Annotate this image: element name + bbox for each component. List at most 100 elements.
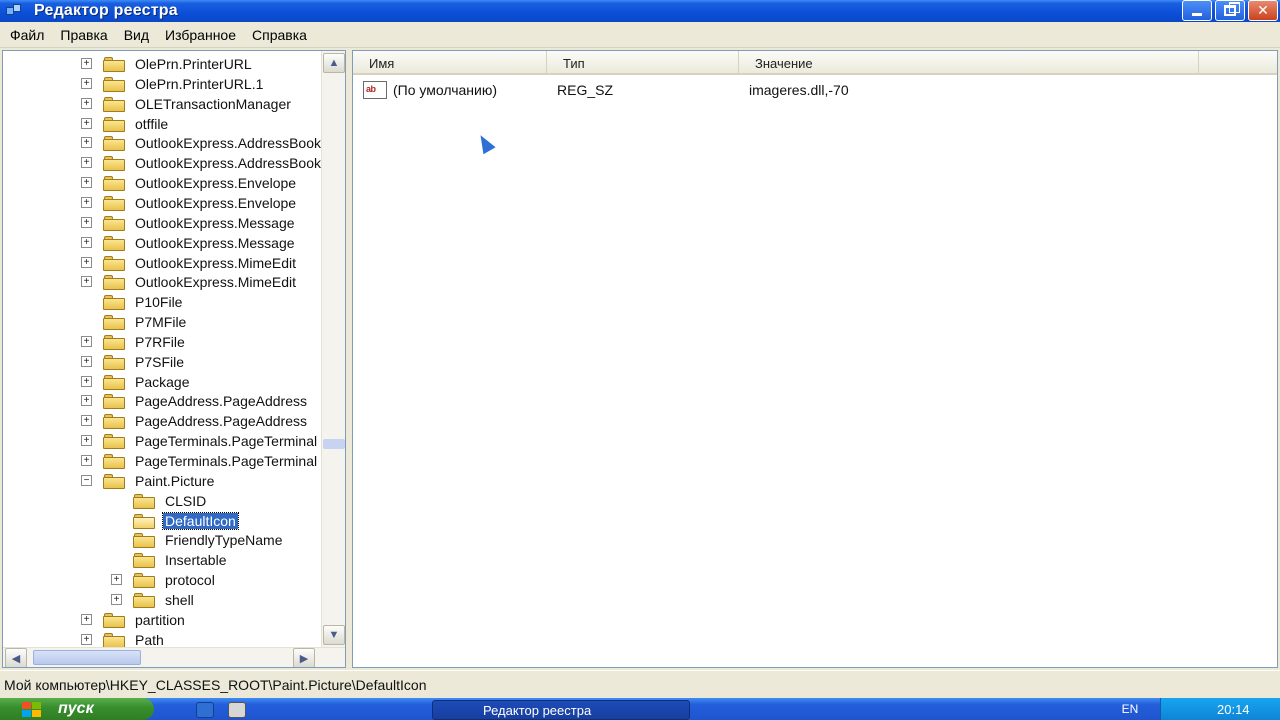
tree-item[interactable]: + OlePrn.PrinterURL — [81, 54, 321, 74]
tree-item[interactable]: CLSID — [111, 491, 321, 511]
expand-icon[interactable]: + — [81, 77, 92, 89]
expand-icon[interactable]: + — [81, 137, 92, 149]
expand-icon[interactable]: + — [81, 395, 92, 407]
tree-item[interactable]: P10File — [81, 292, 321, 312]
expand-icon[interactable]: + — [81, 613, 92, 625]
tree-item[interactable]: + OutlookExpress.Envelope — [81, 193, 321, 213]
expand-icon[interactable]: + — [81, 435, 92, 447]
expand-icon[interactable]: + — [81, 276, 92, 288]
expand-icon[interactable]: + — [81, 256, 92, 268]
expand-icon[interactable]: + — [81, 157, 92, 169]
tree-item[interactable]: + Package — [81, 372, 321, 392]
minimize-button[interactable] — [1182, 0, 1212, 21]
taskbar-item-registry-editor[interactable]: Редактор реестра — [432, 700, 690, 720]
folder-icon — [103, 255, 125, 271]
folder-icon — [103, 215, 125, 231]
tree-item[interactable]: + P7RFile — [81, 332, 321, 352]
column-header-name[interactable]: Имя — [353, 51, 547, 75]
tree-item[interactable]: FriendlyTypeName — [111, 530, 321, 550]
language-indicator[interactable]: EN — [1110, 701, 1150, 717]
tree-horizontal-scroll-thumb[interactable] — [33, 650, 141, 665]
list-item[interactable]: ab (По умолчанию) REG_SZ imageres.dll,-7… — [353, 79, 1277, 101]
tree-vertical-scrollbar[interactable]: ▲ ▼ — [321, 51, 345, 647]
title-bar[interactable]: Редактор реестра ✕ — [0, 0, 1280, 22]
tree-item-label: Paint.Picture — [135, 472, 215, 489]
expand-icon[interactable]: + — [81, 196, 92, 208]
column-header-type[interactable]: Тип — [547, 51, 739, 75]
expand-icon[interactable]: + — [81, 375, 92, 387]
tree-item[interactable]: + shell — [111, 590, 321, 610]
tree-item[interactable]: + P7SFile — [81, 352, 321, 372]
quicklaunch-browser-icon[interactable] — [196, 702, 214, 718]
menu-bar: Файл Правка Вид Избранное Справка — [0, 22, 1280, 48]
tree-item[interactable]: + OutlookExpress.MimeEdit — [81, 272, 321, 292]
expand-icon[interactable]: + — [81, 177, 92, 189]
expand-icon[interactable]: + — [81, 236, 92, 248]
scroll-down-button[interactable]: ▼ — [323, 625, 345, 645]
expand-icon[interactable]: + — [81, 633, 92, 645]
quicklaunch-desktop-icon[interactable] — [228, 702, 246, 718]
tree-item[interactable]: + PageTerminals.PageTerminal — [81, 451, 321, 471]
expand-icon[interactable]: + — [81, 455, 92, 466]
folder-icon — [103, 116, 125, 132]
tree-item-label: OutlookExpress.Envelope — [135, 194, 297, 211]
tree-vertical-scroll-thumb[interactable] — [323, 439, 345, 449]
expand-icon[interactable]: + — [81, 415, 92, 427]
expand-icon[interactable]: + — [81, 97, 92, 109]
folder-open-icon — [133, 513, 155, 529]
expand-icon[interactable]: + — [81, 117, 92, 129]
close-button[interactable]: ✕ — [1248, 0, 1278, 21]
tree-item[interactable]: + Path — [81, 630, 321, 647]
expand-icon[interactable]: + — [81, 216, 92, 228]
expand-icon[interactable]: + — [111, 593, 122, 605]
tree-item[interactable]: − Paint.Picture — [81, 471, 321, 491]
maximize-button[interactable] — [1215, 0, 1245, 21]
collapse-icon[interactable]: − — [81, 474, 92, 486]
clock[interactable]: 20:14 — [1217, 702, 1250, 717]
tree-item[interactable]: + OutlookExpress.Message — [81, 213, 321, 233]
registry-tree-pane[interactable]: + OlePrn.PrinterURL + OlePrn.PrinterURL.1 + O… — [2, 50, 346, 668]
tree-item[interactable]: + OutlookExpress.AddressBook — [81, 133, 321, 153]
scroll-left-button[interactable]: ◀ — [5, 648, 27, 667]
start-button[interactable]: пуск — [0, 698, 154, 720]
tree-item-label: OutlookExpress.Envelope — [135, 175, 297, 192]
menu-file[interactable]: Файл — [10, 27, 44, 43]
tree-item[interactable]: + protocol — [111, 570, 321, 590]
tree-item[interactable]: + PageTerminals.PageTerminal — [81, 431, 321, 451]
scroll-up-button[interactable]: ▲ — [323, 53, 345, 73]
windows-logo-icon — [22, 702, 42, 718]
expand-icon[interactable]: + — [81, 58, 92, 69]
tree-horizontal-scrollbar[interactable]: ◀ ▶ — [3, 647, 345, 667]
tree-item[interactable]: + otffile — [81, 114, 321, 134]
folder-icon — [103, 454, 125, 469]
tree-item[interactable]: + OlePrn.PrinterURL.1 — [81, 74, 321, 94]
list-header: Имя Тип Значение — [353, 51, 1277, 75]
menu-view[interactable]: Вид — [124, 27, 149, 43]
tree-item-label: OLETransactionManager — [135, 95, 291, 112]
scroll-right-button[interactable]: ▶ — [293, 648, 315, 667]
tree-item-label: PageTerminals.PageTerminal — [135, 433, 318, 450]
tree-item[interactable]: P7MFile — [81, 312, 321, 332]
menu-edit[interactable]: Правка — [60, 27, 107, 43]
tree-item-label: Package — [135, 373, 190, 390]
folder-icon — [103, 334, 125, 350]
tree-item[interactable]: + OLETransactionManager — [81, 94, 321, 114]
column-header-name-label: Имя — [369, 55, 395, 71]
folder-icon — [103, 473, 125, 489]
tree-item[interactable]: + PageAddress.PageAddress — [81, 391, 321, 411]
tree-item[interactable]: + OutlookExpress.MimeEdit — [81, 253, 321, 273]
tree-item[interactable]: + PageAddress.PageAddress — [81, 411, 321, 431]
tree-item[interactable]: DefaultIcon — [111, 511, 321, 531]
tree-item[interactable]: + OutlookExpress.Message — [81, 233, 321, 253]
tree-item[interactable]: + OutlookExpress.AddressBook — [81, 153, 321, 173]
menu-help[interactable]: Справка — [252, 27, 307, 43]
folder-icon — [103, 195, 125, 211]
tree-item[interactable]: + OutlookExpress.Envelope — [81, 173, 321, 193]
expand-icon[interactable]: + — [81, 335, 92, 347]
expand-icon[interactable]: + — [81, 355, 92, 367]
expand-icon[interactable]: + — [111, 574, 122, 586]
menu-favorites[interactable]: Избранное — [165, 27, 236, 43]
tree-item[interactable]: Insertable — [111, 550, 321, 570]
tree-item[interactable]: + partition — [81, 610, 321, 630]
column-header-value[interactable]: Значение — [739, 51, 1199, 75]
